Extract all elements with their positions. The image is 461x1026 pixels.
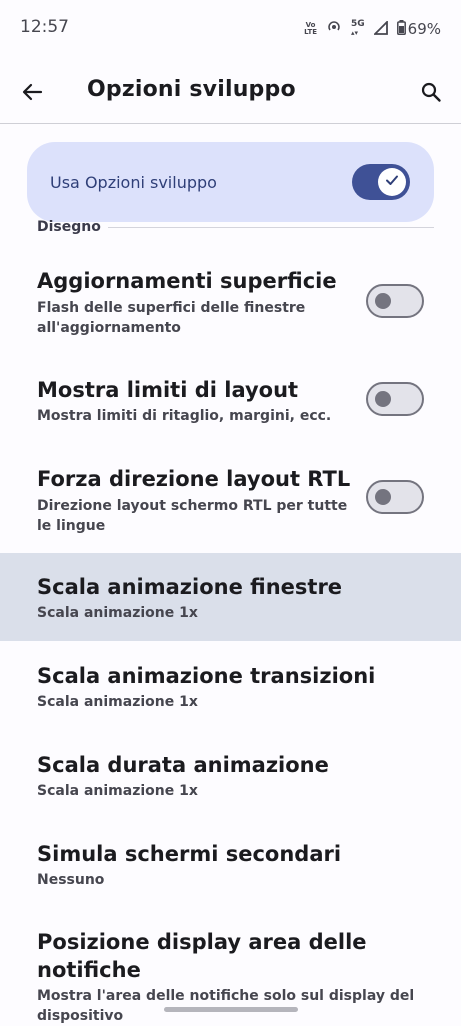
setting-title: Scala animazione transizioni <box>37 664 376 688</box>
force-rtl-switch[interactable] <box>366 480 424 514</box>
setting-title: Scala animazione finestre <box>37 575 343 599</box>
section-divider <box>108 227 434 228</box>
arrow-back-icon <box>21 81 43 107</box>
status-icons: Vo LTE 5G ▴▾ 69% <box>304 19 441 39</box>
setting-title: Posizione display area delle notifiche <box>37 930 367 982</box>
layout-bounds-switch[interactable] <box>366 382 424 416</box>
search-icon <box>420 81 442 107</box>
setting-subtitle: Direzione layout schermo RTL per tutte l… <box>37 498 348 534</box>
status-bar: 12:57 Vo LTE 5G ▴▾ 69% <box>0 0 461 60</box>
setting-title: Mostra limiti di layout <box>37 378 299 402</box>
setting-title: Scala durata animazione <box>37 753 329 777</box>
setting-subtitle: Nessuno <box>37 872 105 888</box>
signal-icon <box>372 19 388 39</box>
setting-subtitle: Scala animazione 1x <box>37 605 198 621</box>
battery-icon <box>396 19 406 39</box>
setting-subtitle: Scala animazione 1x <box>37 783 198 799</box>
switch-thumb <box>375 489 391 505</box>
volte-icon: Vo LTE <box>304 21 317 36</box>
switch-thumb <box>375 391 391 407</box>
use-developer-options-label: Usa Opzioni sviluppo <box>50 173 217 192</box>
use-developer-options-card[interactable]: Usa Opzioni sviluppo <box>27 142 434 222</box>
switch-thumb <box>375 293 391 309</box>
section-title-drawing: Disegno <box>37 219 101 235</box>
hotspot-icon <box>326 19 342 39</box>
app-bar-divider <box>0 123 461 124</box>
battery-indicator: 69% <box>396 19 441 39</box>
status-time: 12:57 <box>20 17 69 37</box>
setting-subtitle: Mostra l'area delle notifiche solo sul d… <box>37 988 415 1024</box>
switch-thumb <box>378 168 406 196</box>
app-bar: Opzioni sviluppo <box>0 62 461 124</box>
gesture-nav-handle[interactable] <box>164 1007 298 1012</box>
back-button[interactable] <box>14 76 50 112</box>
setting-show-surface-updates[interactable]: Aggiornamenti superficie Flash delle sup… <box>0 252 461 352</box>
setting-title: Forza direzione layout RTL <box>37 467 351 491</box>
setting-animator-duration-scale[interactable]: Scala durata animazione Scala animazione… <box>0 732 461 820</box>
setting-simulate-secondary-displays[interactable]: Simula schermi secondari Nessuno <box>0 821 461 909</box>
5g-signal-icon: 5G ▴▾ <box>351 19 365 38</box>
setting-title: Aggiornamenti superficie <box>37 269 337 293</box>
surface-updates-switch[interactable] <box>366 284 424 318</box>
search-button[interactable] <box>413 76 449 112</box>
battery-percent: 69% <box>407 20 441 38</box>
setting-title: Simula schermi secondari <box>37 842 342 866</box>
setting-subtitle: Scala animazione 1x <box>37 694 198 710</box>
setting-force-rtl[interactable]: Forza direzione layout RTL Direzione lay… <box>0 450 461 550</box>
page-title: Opzioni sviluppo <box>87 77 296 102</box>
setting-subtitle: Mostra limiti di ritaglio, margini, ecc. <box>37 408 332 424</box>
setting-subtitle: Flash delle superfici delle finestre all… <box>37 300 306 336</box>
use-developer-options-switch[interactable] <box>352 164 410 200</box>
check-icon <box>384 172 400 192</box>
setting-transition-animation-scale[interactable]: Scala animazione transizioni Scala anima… <box>0 643 461 731</box>
setting-show-layout-bounds[interactable]: Mostra limiti di layout Mostra limiti di… <box>0 360 461 440</box>
setting-window-animation-scale[interactable]: Scala animazione finestre Scala animazio… <box>0 553 461 641</box>
